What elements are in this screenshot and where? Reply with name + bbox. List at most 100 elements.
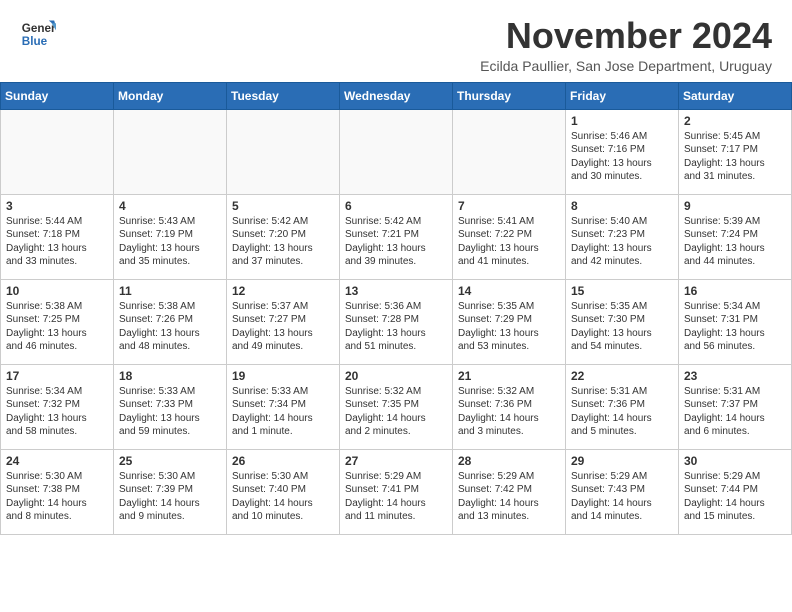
day-number: 29: [571, 454, 673, 468]
day-number: 15: [571, 284, 673, 298]
day-info: Sunrise: 5:31 AM Sunset: 7:36 PM Dayligh…: [571, 385, 673, 439]
calendar-cell: [114, 109, 227, 194]
day-info: Sunrise: 5:40 AM Sunset: 7:23 PM Dayligh…: [571, 215, 673, 269]
day-info: Sunrise: 5:45 AM Sunset: 7:17 PM Dayligh…: [684, 130, 786, 184]
day-number: 6: [345, 199, 447, 213]
day-info: Sunrise: 5:41 AM Sunset: 7:22 PM Dayligh…: [458, 215, 560, 269]
day-info: Sunrise: 5:29 AM Sunset: 7:42 PM Dayligh…: [458, 470, 560, 524]
svg-text:General: General: [22, 22, 56, 35]
col-header-wednesday: Wednesday: [340, 82, 453, 109]
calendar-cell: 11Sunrise: 5:38 AM Sunset: 7:26 PM Dayli…: [114, 279, 227, 364]
day-number: 22: [571, 369, 673, 383]
day-number: 9: [684, 199, 786, 213]
logo-icon: General Blue: [20, 16, 56, 52]
day-info: Sunrise: 5:30 AM Sunset: 7:40 PM Dayligh…: [232, 470, 334, 524]
day-info: Sunrise: 5:44 AM Sunset: 7:18 PM Dayligh…: [6, 215, 108, 269]
calendar-cell: 10Sunrise: 5:38 AM Sunset: 7:25 PM Dayli…: [1, 279, 114, 364]
calendar-cell: 1 Sunrise: 5:46 AM Sunset: 7:16 PM Daylig…: [566, 109, 679, 194]
calendar-cell: 13 Sunrise: 5:36 AM Sunset: 7:28 PM Dayli…: [340, 279, 453, 364]
col-header-saturday: Saturday: [679, 82, 792, 109]
day-number: 20: [345, 369, 447, 383]
day-number: 12: [232, 284, 334, 298]
day-number: 1: [571, 114, 673, 128]
day-number: 21: [458, 369, 560, 383]
week-row-2: 3 Sunrise: 5:44 AM Sunset: 7:18 PM Daylig…: [1, 194, 792, 279]
calendar-cell: 18Sunrise: 5:33 AM Sunset: 7:33 PM Dayli…: [114, 364, 227, 449]
day-number: 13: [345, 284, 447, 298]
logo: General Blue: [20, 16, 56, 52]
day-info: Sunrise: 5:34 AM Sunset: 7:31 PM Dayligh…: [684, 300, 786, 354]
day-info: Sunrise: 5:38 AM Sunset: 7:25 PM Dayligh…: [6, 300, 108, 354]
day-info: Sunrise: 5:30 AM Sunset: 7:39 PM Dayligh…: [119, 470, 221, 524]
calendar-cell: 17 Sunrise: 5:34 AM Sunset: 7:32 PM Dayli…: [1, 364, 114, 449]
calendar-cell: 26 Sunrise: 5:30 AM Sunset: 7:40 PM Dayli…: [227, 449, 340, 534]
day-info: Sunrise: 5:32 AM Sunset: 7:35 PM Dayligh…: [345, 385, 447, 439]
day-number: 4: [119, 199, 221, 213]
day-info: Sunrise: 5:43 AM Sunset: 7:19 PM Dayligh…: [119, 215, 221, 269]
calendar-cell: 9 Sunrise: 5:39 AM Sunset: 7:24 PM Daylig…: [679, 194, 792, 279]
calendar-cell: 7 Sunrise: 5:41 AM Sunset: 7:22 PM Daylig…: [453, 194, 566, 279]
day-info: Sunrise: 5:37 AM Sunset: 7:27 PM Dayligh…: [232, 300, 334, 354]
day-info: Sunrise: 5:31 AM Sunset: 7:37 PM Dayligh…: [684, 385, 786, 439]
calendar-cell: 14Sunrise: 5:35 AM Sunset: 7:29 PM Dayli…: [453, 279, 566, 364]
day-info: Sunrise: 5:42 AM Sunset: 7:21 PM Dayligh…: [345, 215, 447, 269]
week-row-3: 10Sunrise: 5:38 AM Sunset: 7:25 PM Dayli…: [1, 279, 792, 364]
calendar-cell: 6 Sunrise: 5:42 AM Sunset: 7:21 PM Daylig…: [340, 194, 453, 279]
day-number: 19: [232, 369, 334, 383]
week-row-4: 17 Sunrise: 5:34 AM Sunset: 7:32 PM Dayli…: [1, 364, 792, 449]
calendar-cell: 23Sunrise: 5:31 AM Sunset: 7:37 PM Dayli…: [679, 364, 792, 449]
calendar-header-row: SundayMondayTuesdayWednesdayThursdayFrid…: [1, 82, 792, 109]
calendar-table: SundayMondayTuesdayWednesdayThursdayFrid…: [0, 82, 792, 535]
calendar-cell: 8 Sunrise: 5:40 AM Sunset: 7:23 PM Daylig…: [566, 194, 679, 279]
day-info: Sunrise: 5:30 AM Sunset: 7:38 PM Dayligh…: [6, 470, 108, 524]
col-header-thursday: Thursday: [453, 82, 566, 109]
day-number: 7: [458, 199, 560, 213]
calendar-cell: 20 Sunrise: 5:32 AM Sunset: 7:35 PM Dayli…: [340, 364, 453, 449]
title-block: November 2024 Ecilda Paullier, San Jose …: [480, 16, 772, 74]
day-number: 28: [458, 454, 560, 468]
svg-text:Blue: Blue: [22, 35, 48, 48]
col-header-tuesday: Tuesday: [227, 82, 340, 109]
day-number: 3: [6, 199, 108, 213]
calendar-cell: 19 Sunrise: 5:33 AM Sunset: 7:34 PM Dayli…: [227, 364, 340, 449]
week-row-1: 1 Sunrise: 5:46 AM Sunset: 7:16 PM Daylig…: [1, 109, 792, 194]
col-header-friday: Friday: [566, 82, 679, 109]
calendar-cell: [340, 109, 453, 194]
day-info: Sunrise: 5:38 AM Sunset: 7:26 PM Dayligh…: [119, 300, 221, 354]
calendar-cell: 12 Sunrise: 5:37 AM Sunset: 7:27 PM Dayli…: [227, 279, 340, 364]
day-number: 8: [571, 199, 673, 213]
day-number: 16: [684, 284, 786, 298]
day-info: Sunrise: 5:35 AM Sunset: 7:29 PM Dayligh…: [458, 300, 560, 354]
day-info: Sunrise: 5:39 AM Sunset: 7:24 PM Dayligh…: [684, 215, 786, 269]
calendar-cell: 21 Sunrise: 5:32 AM Sunset: 7:36 PM Dayli…: [453, 364, 566, 449]
day-number: 25: [119, 454, 221, 468]
day-info: Sunrise: 5:29 AM Sunset: 7:41 PM Dayligh…: [345, 470, 447, 524]
col-header-sunday: Sunday: [1, 82, 114, 109]
day-number: 26: [232, 454, 334, 468]
day-number: 17: [6, 369, 108, 383]
day-info: Sunrise: 5:36 AM Sunset: 7:28 PM Dayligh…: [345, 300, 447, 354]
page-header: General Blue November 2024 Ecilda Paulli…: [0, 0, 792, 82]
calendar-cell: 29Sunrise: 5:29 AM Sunset: 7:43 PM Dayli…: [566, 449, 679, 534]
day-info: Sunrise: 5:34 AM Sunset: 7:32 PM Dayligh…: [6, 385, 108, 439]
calendar-cell: 27 Sunrise: 5:29 AM Sunset: 7:41 PM Dayli…: [340, 449, 453, 534]
day-info: Sunrise: 5:35 AM Sunset: 7:30 PM Dayligh…: [571, 300, 673, 354]
calendar-cell: 24Sunrise: 5:30 AM Sunset: 7:38 PM Dayli…: [1, 449, 114, 534]
month-title: November 2024: [480, 16, 772, 56]
day-info: Sunrise: 5:29 AM Sunset: 7:44 PM Dayligh…: [684, 470, 786, 524]
day-number: 18: [119, 369, 221, 383]
day-info: Sunrise: 5:46 AM Sunset: 7:16 PM Dayligh…: [571, 130, 673, 184]
calendar-cell: 3 Sunrise: 5:44 AM Sunset: 7:18 PM Daylig…: [1, 194, 114, 279]
day-info: Sunrise: 5:33 AM Sunset: 7:34 PM Dayligh…: [232, 385, 334, 439]
calendar-cell: 16 Sunrise: 5:34 AM Sunset: 7:31 PM Dayli…: [679, 279, 792, 364]
week-row-5: 24Sunrise: 5:30 AM Sunset: 7:38 PM Dayli…: [1, 449, 792, 534]
calendar-cell: 15 Sunrise: 5:35 AM Sunset: 7:30 PM Dayli…: [566, 279, 679, 364]
calendar-cell: [1, 109, 114, 194]
calendar-cell: 30Sunrise: 5:29 AM Sunset: 7:44 PM Dayli…: [679, 449, 792, 534]
calendar-cell: [453, 109, 566, 194]
calendar-cell: 28 Sunrise: 5:29 AM Sunset: 7:42 PM Dayli…: [453, 449, 566, 534]
calendar-cell: 25 Sunrise: 5:30 AM Sunset: 7:39 PM Dayli…: [114, 449, 227, 534]
day-number: 27: [345, 454, 447, 468]
col-header-monday: Monday: [114, 82, 227, 109]
day-info: Sunrise: 5:32 AM Sunset: 7:36 PM Dayligh…: [458, 385, 560, 439]
